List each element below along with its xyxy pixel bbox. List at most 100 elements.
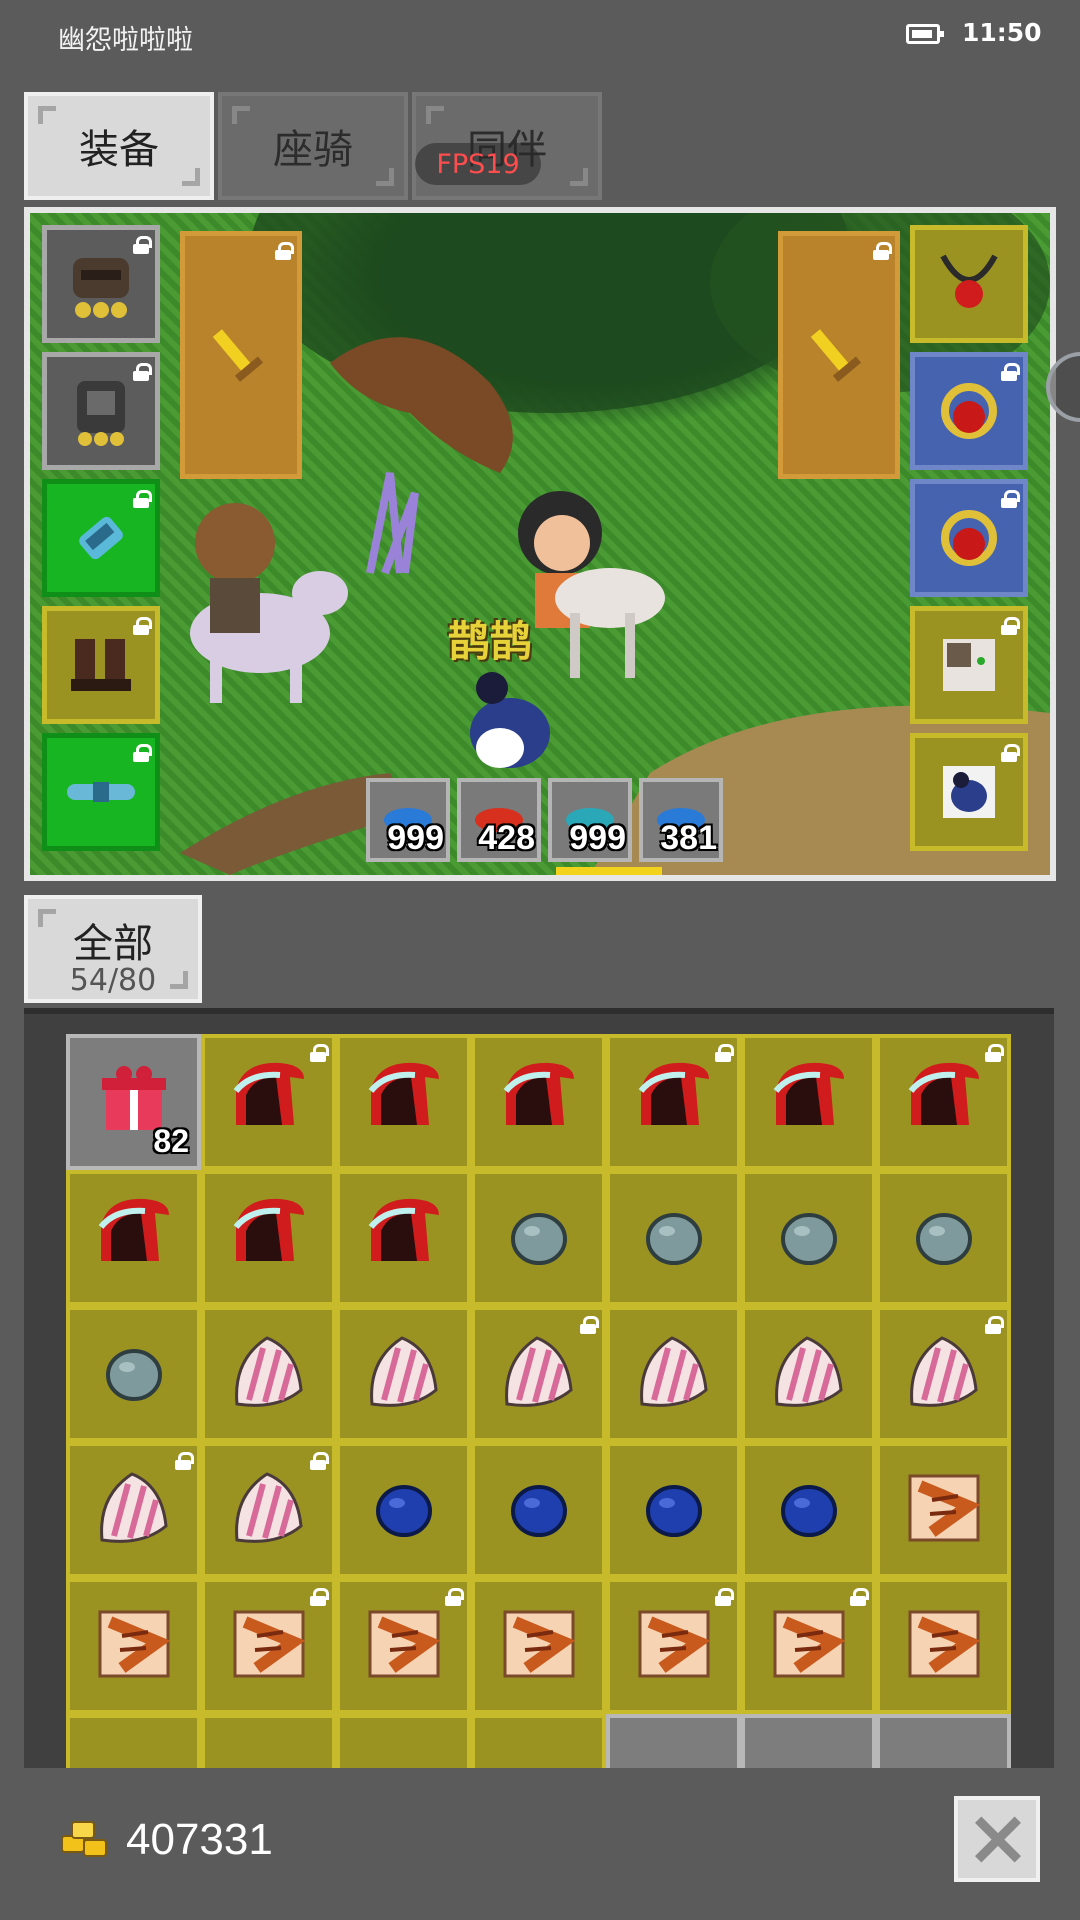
- inventory-slot[interactable]: [876, 1306, 1011, 1442]
- inventory-slot[interactable]: [66, 1714, 201, 1768]
- slot-off-weapon[interactable]: [778, 231, 900, 479]
- white-item-icon: [374, 1760, 434, 1768]
- feather-icon: [92, 1466, 176, 1554]
- inventory-tab-all[interactable]: 全部 54/80: [24, 895, 202, 1003]
- gray-stone-icon: [774, 1201, 844, 1275]
- buff-count: 428: [478, 819, 535, 857]
- tab-equipment[interactable]: 装备: [24, 92, 214, 200]
- boots-icon: [71, 639, 131, 691]
- slot-armor[interactable]: [42, 352, 160, 470]
- inventory-slot[interactable]: [66, 1578, 201, 1714]
- inventory-slot[interactable]: [876, 1034, 1011, 1170]
- buff-count: 999: [387, 819, 444, 857]
- armor-icon: [77, 381, 125, 446]
- gold-amount: 407331: [126, 1815, 273, 1864]
- lock-icon: [310, 1044, 329, 1062]
- inventory-slot[interactable]: [606, 1442, 741, 1578]
- inventory-slot[interactable]: [201, 1306, 336, 1442]
- gold-coins-icon: [61, 1821, 107, 1857]
- scroll-icon: [632, 1602, 716, 1690]
- slot-pet[interactable]: [910, 733, 1028, 851]
- inventory-slot[interactable]: [876, 1170, 1011, 1306]
- inventory-slot[interactable]: [201, 1170, 336, 1306]
- slot-mount[interactable]: [910, 606, 1028, 724]
- inventory-slot[interactable]: [876, 1578, 1011, 1714]
- red-hood-icon: [899, 1055, 989, 1149]
- lock-icon: [985, 1044, 1004, 1062]
- slot-helmet[interactable]: [42, 225, 160, 343]
- inventory-slot[interactable]: [336, 1034, 471, 1170]
- inventory-slot[interactable]: [606, 1306, 741, 1442]
- slot-belt[interactable]: [42, 733, 160, 851]
- inventory-slot[interactable]: [201, 1442, 336, 1578]
- inventory-slot[interactable]: [606, 1170, 741, 1306]
- inventory-slot[interactable]: [66, 1306, 201, 1442]
- slot-ring-2[interactable]: [910, 479, 1028, 597]
- feather-icon: [362, 1330, 446, 1418]
- tab-mount[interactable]: 座骑: [218, 92, 408, 200]
- inventory-slot[interactable]: [471, 1306, 606, 1442]
- inventory-slot[interactable]: [336, 1714, 471, 1768]
- inventory-slot[interactable]: [471, 1714, 606, 1768]
- lock-icon: [175, 1452, 194, 1470]
- inventory-slot[interactable]: [741, 1170, 876, 1306]
- inventory-slot[interactable]: [741, 1306, 876, 1442]
- necklace-icon: [940, 254, 998, 308]
- inventory-slot[interactable]: [876, 1714, 1011, 1768]
- pet-name: 鹊鹊: [448, 617, 533, 666]
- slot-main-weapon[interactable]: [180, 231, 302, 479]
- buff-slot-1[interactable]: 999: [366, 778, 450, 862]
- inventory-slot[interactable]: [471, 1170, 606, 1306]
- inventory-slot[interactable]: [336, 1442, 471, 1578]
- inventory-slot[interactable]: [876, 1442, 1011, 1578]
- lock-icon: [715, 1044, 734, 1062]
- feather-icon: [227, 1330, 311, 1418]
- inventory-slot[interactable]: [66, 1442, 201, 1578]
- gray-stone-icon: [99, 1337, 169, 1411]
- inventory-slot[interactable]: [741, 1442, 876, 1578]
- inventory-slot[interactable]: [336, 1170, 471, 1306]
- buff-slot-3[interactable]: 999: [548, 778, 632, 862]
- app-title: 幽怨啦啦啦: [58, 25, 193, 56]
- gray-stone-icon: [504, 1201, 574, 1275]
- inventory-slot[interactable]: [471, 1578, 606, 1714]
- inventory-panel[interactable]: 82: [24, 1008, 1054, 1768]
- inventory-slot[interactable]: [201, 1714, 336, 1768]
- inventory-slot[interactable]: [606, 1578, 741, 1714]
- inventory-slot[interactable]: [606, 1034, 741, 1170]
- inventory-slot[interactable]: [471, 1034, 606, 1170]
- inventory-slot[interactable]: [741, 1034, 876, 1170]
- lock-icon: [310, 1588, 329, 1606]
- close-button[interactable]: [954, 1796, 1040, 1882]
- buff-slot-4[interactable]: 381: [639, 778, 723, 862]
- buff-count: 999: [569, 819, 626, 857]
- inventory-slot[interactable]: [201, 1578, 336, 1714]
- inventory-slot[interactable]: 82: [66, 1034, 201, 1170]
- lock-icon: [873, 242, 892, 260]
- lock-icon: [133, 236, 152, 254]
- slot-necklace[interactable]: [910, 225, 1028, 343]
- inventory-slot[interactable]: [201, 1034, 336, 1170]
- red-hood-icon: [629, 1055, 719, 1149]
- blue-stone-icon: [639, 1473, 709, 1547]
- ring-icon: [941, 383, 997, 439]
- inventory-slot[interactable]: [741, 1714, 876, 1768]
- inventory-slot[interactable]: [471, 1442, 606, 1578]
- lock-icon: [580, 1316, 599, 1334]
- item-quantity: 82: [153, 1123, 189, 1159]
- slot-boots[interactable]: [42, 606, 160, 724]
- inventory-slot[interactable]: [606, 1714, 741, 1768]
- inventory-slot[interactable]: [336, 1306, 471, 1442]
- buff-slot-2[interactable]: 428: [457, 778, 541, 862]
- helmet-icon: [73, 258, 129, 318]
- inventory-slot[interactable]: [336, 1578, 471, 1714]
- sword-icon: [810, 329, 862, 382]
- inventory-slot[interactable]: [66, 1170, 201, 1306]
- lock-icon: [1001, 617, 1020, 635]
- slot-ring-1[interactable]: [910, 352, 1028, 470]
- gold-item-icon: [779, 1760, 839, 1768]
- slot-bracer[interactable]: [42, 479, 160, 597]
- gold-display: 407331: [58, 1810, 273, 1870]
- inventory-slot[interactable]: [741, 1578, 876, 1714]
- status-bar: 幽怨啦啦啦 11:50: [0, 0, 1080, 72]
